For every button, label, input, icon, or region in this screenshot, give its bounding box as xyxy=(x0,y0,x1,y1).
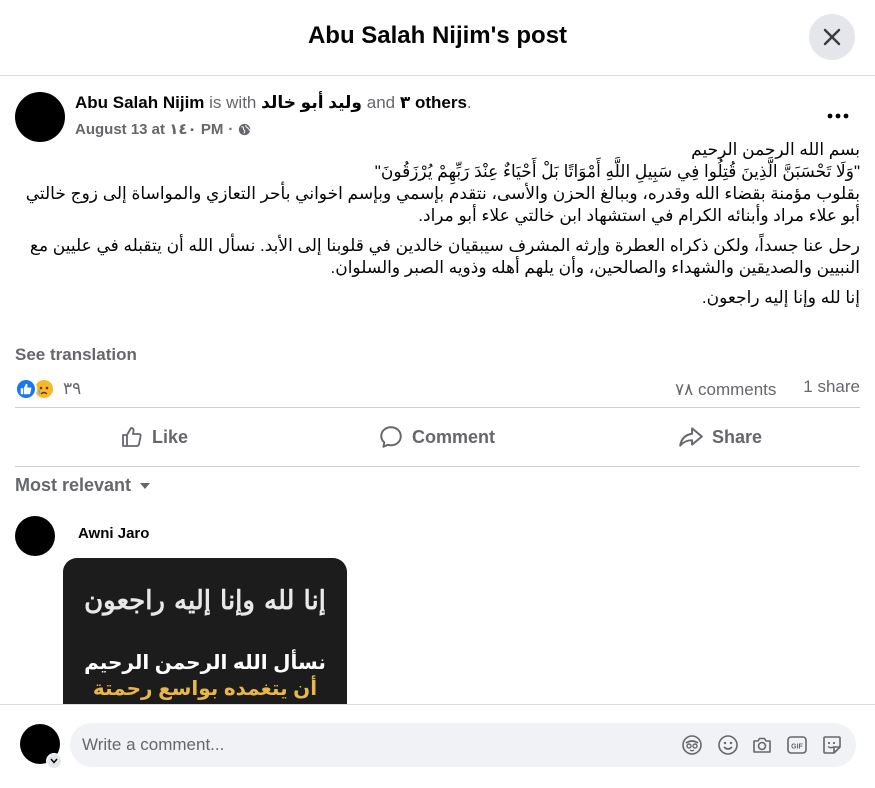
avatar-switch-button[interactable] xyxy=(46,753,62,769)
post-body: بسم الله الرحمن الرحيم "وَلَا تَحْسَبَنَ… xyxy=(15,139,860,317)
sticker-button[interactable] xyxy=(820,733,844,757)
comment-filter-dropdown[interactable]: Most relevant xyxy=(15,475,151,496)
share-button[interactable]: Share xyxy=(678,408,762,466)
camera-button[interactable] xyxy=(750,733,774,757)
comment-composer: GIF xyxy=(0,704,875,788)
comment-image-calligraphy: إنا لله وإنا إليه راجعون xyxy=(84,586,327,616)
post-scroll-area[interactable]: Abu Salah Nijim is with وليد أبو خالد an… xyxy=(0,77,875,704)
action-bar: Like Comment Share xyxy=(15,407,860,467)
reaction-count: ٣٩ xyxy=(63,379,82,398)
dialog-title: Abu Salah Nijim's post xyxy=(307,22,568,49)
comment-input[interactable] xyxy=(82,723,642,767)
camera-icon xyxy=(753,737,771,753)
post-date[interactable]: August 13 at ١٤٠ PM xyxy=(75,120,223,138)
comment-button[interactable]: Comment xyxy=(378,408,495,466)
globe-icon xyxy=(239,123,251,135)
with-text: is with xyxy=(209,93,257,112)
gif-button[interactable]: GIF xyxy=(785,733,809,757)
post-paragraph: بسم الله الرحمن الرحيم "وَلَا تَحْسَبَنَ… xyxy=(25,140,860,225)
avatar-sticker-button[interactable] xyxy=(680,733,704,757)
commenter-avatar[interactable] xyxy=(15,516,55,556)
caret-down-icon xyxy=(140,482,151,489)
author-avatar[interactable] xyxy=(15,92,65,142)
like-reaction-icon xyxy=(15,378,37,400)
post-paragraph: رحل عنا جسداً، ولكن ذكراه العطرة وإرثه ا… xyxy=(29,236,860,277)
svg-text:GIF: GIF xyxy=(791,744,803,751)
sticker-icon xyxy=(823,736,841,754)
author-name[interactable]: Abu Salah Nijim xyxy=(75,93,204,112)
gif-icon: GIF xyxy=(787,736,807,754)
more-options-button[interactable] xyxy=(823,101,853,131)
close-button[interactable] xyxy=(809,14,855,60)
dialog-header: Abu Salah Nijim's post xyxy=(0,0,875,76)
close-icon xyxy=(823,28,841,46)
more-icon xyxy=(827,113,849,119)
comment-filter-label: Most relevant xyxy=(15,475,132,495)
commenter-name[interactable]: Awni Jaro xyxy=(78,525,149,542)
and-text: and xyxy=(366,93,396,112)
tagged-others[interactable]: ٣ others xyxy=(400,93,467,112)
comment-image-line1: نسأل الله الرحمن الرحيم xyxy=(84,652,326,674)
emoji-button[interactable] xyxy=(716,733,740,757)
see-translation-link[interactable]: See translation xyxy=(15,345,137,365)
like-button[interactable]: Like xyxy=(120,408,188,466)
post-meta: August 13 at ١٤٠ PM · xyxy=(75,120,251,138)
post-paragraph: إنا لله وإنا إليه راجعون. xyxy=(701,288,860,307)
share-icon xyxy=(679,427,703,447)
comment-image[interactable]: إنا لله وإنا إليه راجعون نسأل الله الرحم… xyxy=(63,558,347,704)
like-icon xyxy=(122,427,142,447)
post-dialog: Abu Salah Nijim's post Abu Salah Nijim i… xyxy=(0,0,875,788)
shares-count[interactable]: 1 share xyxy=(775,377,860,397)
meta-separator: · xyxy=(228,120,234,138)
avatar-sticker-icon xyxy=(682,735,702,755)
emoji-icon xyxy=(718,735,738,755)
chevron-down-icon xyxy=(50,758,58,764)
comment-image-line2: أن يتغمده بواسع رحمتة ومغفرته xyxy=(92,678,318,704)
reactions-summary[interactable]: ٣٩ xyxy=(15,375,81,403)
author-line: Abu Salah Nijim is with وليد أبو خالد an… xyxy=(75,93,472,113)
like-label: Like xyxy=(152,426,189,447)
comment-icon xyxy=(380,426,402,448)
period: . xyxy=(466,93,472,112)
comments-count[interactable]: ٧٨ comments xyxy=(675,377,785,402)
share-label: Share xyxy=(712,426,763,447)
tagged-person[interactable]: وليد أبو خالد xyxy=(261,93,362,112)
comment-label: Comment xyxy=(412,426,496,447)
comment-box[interactable]: GIF xyxy=(70,723,856,767)
